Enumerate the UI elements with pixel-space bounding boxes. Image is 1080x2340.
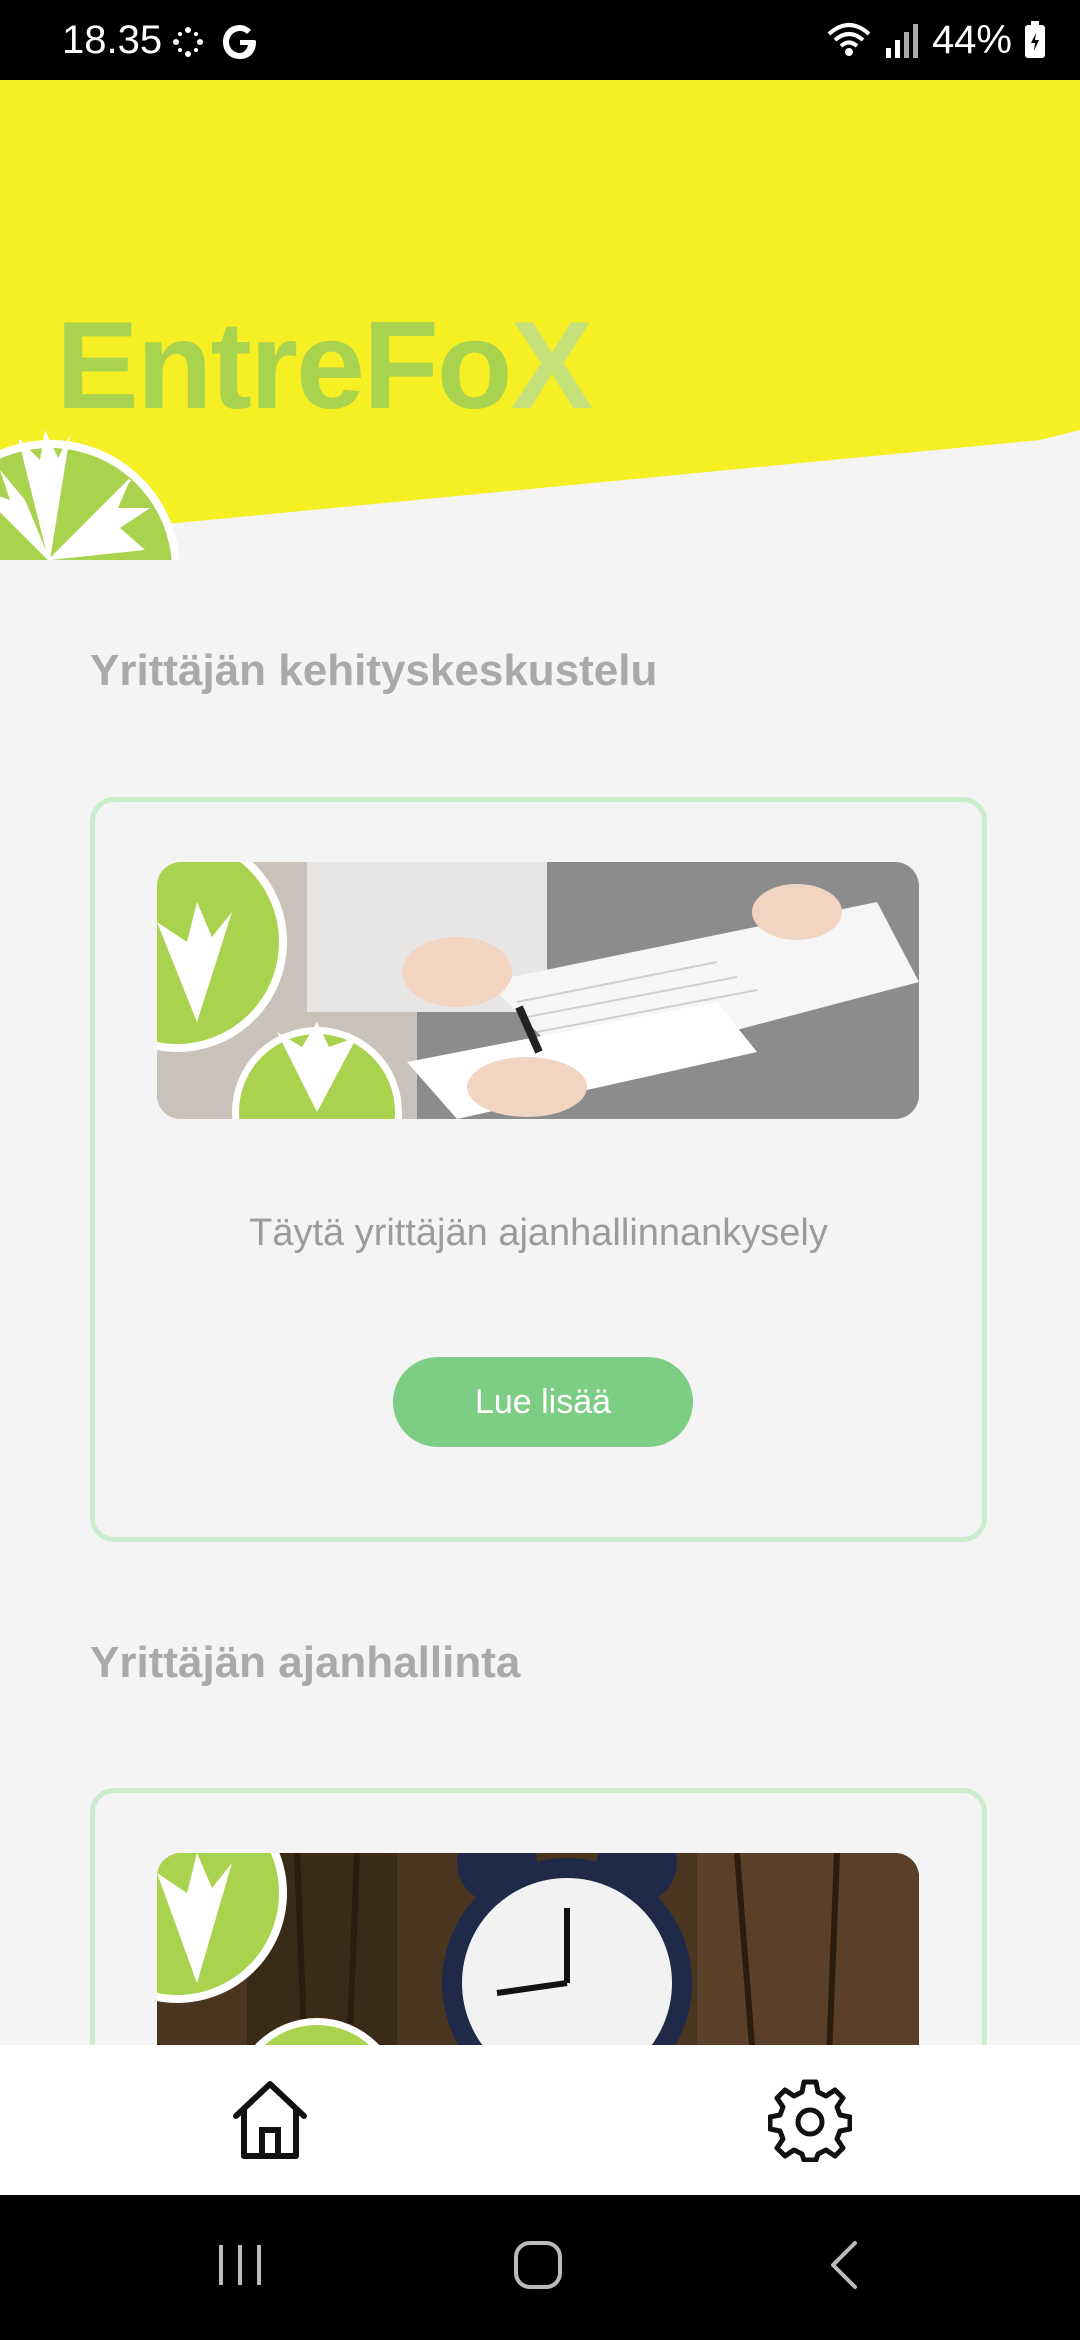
status-bar: 18.35 44% bbox=[0, 0, 1080, 80]
recent-apps-button[interactable] bbox=[210, 2235, 270, 2295]
battery-percent: 44% bbox=[931, 18, 1012, 62]
recent-apps-icon bbox=[219, 2245, 261, 2285]
section-title-ajanhallinta: Yrittäjän ajanhallinta bbox=[90, 1638, 521, 1687]
signal-icon bbox=[885, 24, 918, 58]
back-icon bbox=[831, 2241, 857, 2289]
battery-icon bbox=[1025, 21, 1045, 58]
section-title-kehityskeskustelu: Yrittäjän kehityskeskustelu bbox=[90, 646, 658, 695]
system-navigation-bar bbox=[0, 2195, 1080, 2340]
status-time: 18.35 bbox=[62, 18, 163, 62]
back-button[interactable] bbox=[815, 2235, 875, 2295]
home-icon bbox=[233, 2081, 307, 2159]
sparkle-icon bbox=[173, 27, 203, 57]
wifi-icon bbox=[827, 23, 871, 56]
home-circle-icon bbox=[514, 2241, 562, 2289]
google-icon bbox=[223, 25, 256, 59]
document-signing-photo bbox=[157, 862, 919, 1119]
logo-text-main: EntreFo bbox=[56, 297, 512, 435]
entrefox-logo: EntreFoX bbox=[56, 295, 593, 437]
card-kehityskeskustelu: Täytä yrittäjän ajanhallinnankysely Lue … bbox=[90, 797, 987, 1542]
app-header: EntreFoX bbox=[0, 80, 1080, 560]
nav-home-button[interactable] bbox=[225, 2075, 315, 2165]
nav-settings-button[interactable] bbox=[765, 2075, 855, 2165]
logo-text-x: X bbox=[510, 297, 593, 435]
settings-icon bbox=[768, 2079, 852, 2162]
card-description: Täytä yrittäjän ajanhallinnankysely bbox=[249, 1212, 828, 1254]
system-home-button[interactable] bbox=[508, 2235, 568, 2295]
read-more-button[interactable]: Lue lisää bbox=[393, 1357, 693, 1447]
bottom-navigation bbox=[0, 2045, 1080, 2195]
